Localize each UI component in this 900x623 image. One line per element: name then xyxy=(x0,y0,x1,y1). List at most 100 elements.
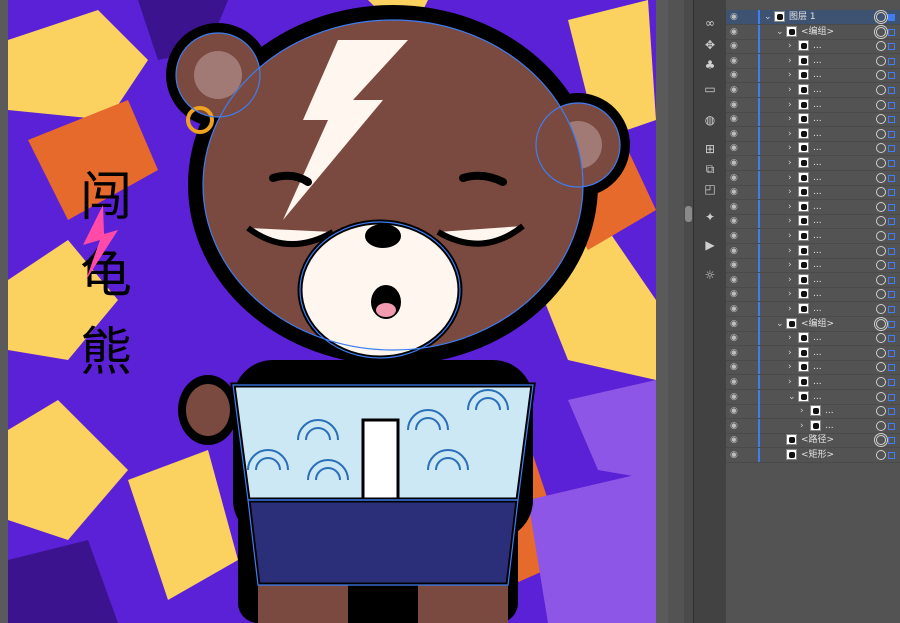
visibility-eye-icon[interactable]: ◉ xyxy=(730,450,740,460)
selection-indicator[interactable] xyxy=(888,291,895,299)
target-icon[interactable] xyxy=(876,114,886,125)
selection-indicator[interactable] xyxy=(888,364,895,372)
chevron-right-icon[interactable]: › xyxy=(788,40,796,52)
sun-icon[interactable]: ☼ xyxy=(702,268,718,282)
selection-indicator[interactable] xyxy=(888,335,895,343)
selection-indicator[interactable] xyxy=(888,160,895,167)
visibility-eye-icon[interactable]: ◉ xyxy=(730,173,740,183)
visibility-eye-icon[interactable]: ◉ xyxy=(730,216,740,226)
target-icon[interactable] xyxy=(876,55,886,66)
visibility-eye-icon[interactable]: ◉ xyxy=(730,202,740,212)
visibility-eye-icon[interactable]: ◉ xyxy=(730,129,740,139)
target-icon[interactable] xyxy=(876,201,886,212)
layer-row[interactable]: ◉ ›... xyxy=(726,302,900,317)
layer-row[interactable]: ◉ ›... xyxy=(726,418,900,434)
layer-row[interactable]: ◉ ›... xyxy=(726,404,900,420)
chevron-right-icon[interactable]: › xyxy=(788,376,796,388)
visibility-eye-icon[interactable]: ◉ xyxy=(730,27,740,37)
visibility-eye-icon[interactable]: ◉ xyxy=(730,421,740,431)
selection-indicator[interactable] xyxy=(888,28,895,36)
chevron-right-icon[interactable]: › xyxy=(788,230,796,242)
visibility-eye-icon[interactable]: ◉ xyxy=(730,70,740,80)
puppet-warp-icon[interactable]: ✥ xyxy=(702,38,718,52)
selection-indicator[interactable] xyxy=(888,306,895,313)
layer-row[interactable]: ◉ ›... xyxy=(726,199,900,215)
visibility-eye-icon[interactable]: ◉ xyxy=(730,85,740,95)
layer-row[interactable]: ◉ ›... xyxy=(726,287,900,303)
target-icon[interactable] xyxy=(876,216,886,227)
pathfinder-icon[interactable]: ◰ xyxy=(702,182,718,196)
target-icon[interactable] xyxy=(876,128,886,139)
target-icon[interactable] xyxy=(876,231,886,241)
bear-artwork[interactable]: 闯 龟 熊 xyxy=(8,0,656,623)
layer-row[interactable]: ◉ ›... xyxy=(726,185,900,201)
target-icon[interactable] xyxy=(876,450,886,460)
selection-indicator[interactable] xyxy=(888,174,895,182)
visibility-eye-icon[interactable]: ◉ xyxy=(730,246,740,256)
chevron-down-icon[interactable]: ⌄ xyxy=(776,26,784,38)
target-icon[interactable] xyxy=(876,420,886,431)
artboard[interactable]: 闯 龟 熊 xyxy=(8,0,656,623)
chevron-right-icon[interactable]: › xyxy=(788,55,796,67)
layer-row[interactable]: ◉ <路径> xyxy=(726,433,900,449)
selection-indicator[interactable] xyxy=(888,233,895,240)
visibility-eye-icon[interactable]: ◉ xyxy=(730,319,740,329)
selection-indicator[interactable] xyxy=(888,57,895,65)
target-icon[interactable] xyxy=(876,406,886,417)
chevron-right-icon[interactable] xyxy=(776,449,784,461)
selection-indicator[interactable] xyxy=(888,349,895,357)
layer-row[interactable]: ◉ <矩形> xyxy=(726,448,900,463)
target-icon[interactable] xyxy=(876,99,886,110)
chevron-right-icon[interactable]: › xyxy=(800,405,808,417)
selection-indicator[interactable] xyxy=(888,422,895,430)
visibility-eye-icon[interactable]: ◉ xyxy=(730,12,740,22)
chevron-right-icon[interactable]: › xyxy=(788,142,796,154)
layer-row[interactable]: ◉ ›... xyxy=(726,126,900,142)
transform-icon[interactable]: ⧉ xyxy=(702,162,718,176)
layer-row[interactable]: ◉ ›... xyxy=(726,214,900,230)
layer-row[interactable]: ◉ ›... xyxy=(726,141,900,157)
chevron-right-icon[interactable]: › xyxy=(788,113,796,125)
chevron-right-icon[interactable]: › xyxy=(788,69,796,81)
chevron-right-icon[interactable]: › xyxy=(788,332,796,344)
chevron-right-icon[interactable]: › xyxy=(788,259,796,271)
target-icon[interactable] xyxy=(876,26,886,37)
target-icon[interactable] xyxy=(876,289,886,300)
selection-indicator[interactable] xyxy=(888,320,895,328)
target-icon[interactable] xyxy=(876,85,886,95)
selection-indicator[interactable] xyxy=(888,14,895,21)
visibility-eye-icon[interactable]: ◉ xyxy=(730,304,740,314)
selection-indicator[interactable] xyxy=(888,145,895,153)
layer-row[interactable]: ◉ ›... xyxy=(726,360,900,376)
selection-indicator[interactable] xyxy=(888,43,895,51)
target-icon[interactable] xyxy=(876,362,886,373)
selection-indicator[interactable] xyxy=(888,87,895,94)
visibility-eye-icon[interactable]: ◉ xyxy=(730,114,740,124)
layer-row[interactable]: ◉ ›... xyxy=(726,375,900,390)
selection-indicator[interactable] xyxy=(888,247,895,255)
selection-indicator[interactable] xyxy=(888,408,895,416)
layer-row[interactable]: ◉ ⌄ 图层 1 xyxy=(726,10,900,25)
chevron-right-icon[interactable]: › xyxy=(788,128,796,140)
layer-row[interactable]: ◉ ›... xyxy=(726,243,900,259)
layer-row[interactable]: ◉ ›... xyxy=(726,53,900,69)
layer-row[interactable]: ◉ ⌄ <编组> xyxy=(726,316,900,332)
layer-row[interactable]: ◉ ›... xyxy=(726,272,900,288)
chevron-right-icon[interactable]: › xyxy=(788,347,796,359)
visibility-eye-icon[interactable]: ◉ xyxy=(730,392,740,402)
chevron-down-icon[interactable]: ⌄ xyxy=(776,318,784,330)
layer-row[interactable]: ◉ ›... xyxy=(726,68,900,84)
chevron-right-icon[interactable]: › xyxy=(800,420,808,432)
visibility-eye-icon[interactable]: ◉ xyxy=(730,41,740,51)
chevron-down-icon[interactable]: ⌄ xyxy=(788,391,796,403)
layer-row[interactable]: ◉ ›... xyxy=(726,156,900,171)
selection-indicator[interactable] xyxy=(888,452,895,459)
layer-row[interactable]: ◉ ›... xyxy=(726,39,900,55)
target-icon[interactable] xyxy=(876,377,886,387)
selection-indicator[interactable] xyxy=(888,393,895,401)
selection-indicator[interactable] xyxy=(888,379,895,386)
chevron-right-icon[interactable]: › xyxy=(788,361,796,373)
visibility-eye-icon[interactable]: ◉ xyxy=(730,348,740,358)
visibility-eye-icon[interactable]: ◉ xyxy=(730,143,740,153)
chevron-right-icon[interactable]: › xyxy=(788,245,796,257)
